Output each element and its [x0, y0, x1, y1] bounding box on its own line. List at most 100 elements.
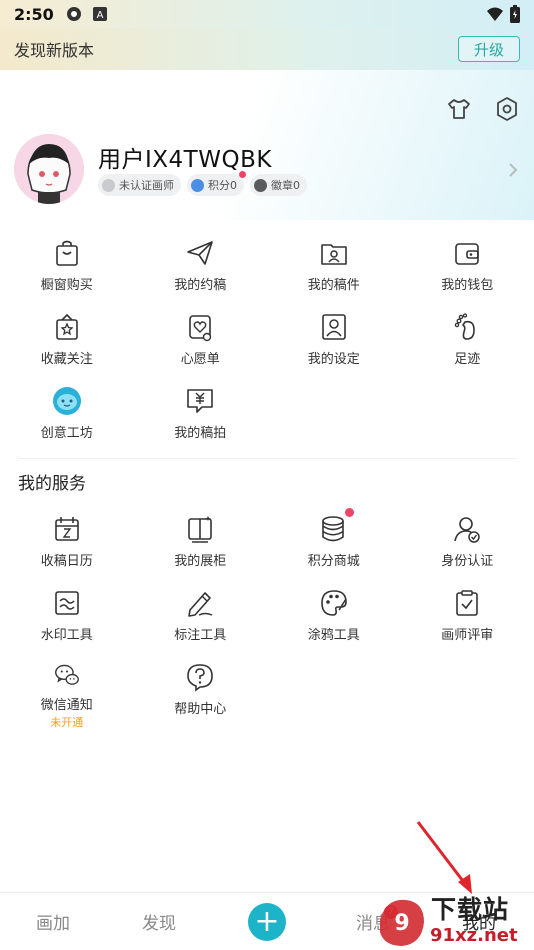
tshirt-icon[interactable] [446, 96, 472, 122]
clipboard-check-icon [456, 590, 479, 616]
section-divider [18, 458, 516, 459]
notification-dot [345, 508, 355, 517]
settings-icon[interactable] [494, 96, 520, 122]
battery-icon [510, 5, 520, 23]
person-card-icon [321, 314, 346, 340]
menu-item-wishlist[interactable]: 心愿单 [134, 306, 268, 380]
service-item-showcase[interactable]: 我的展柜 [134, 508, 268, 582]
menu-item-label: 橱窗购买 [40, 278, 93, 293]
badges-chip[interactable]: 徽章0 [250, 174, 307, 196]
service-item-label: 画师评审 [441, 628, 494, 643]
heart-card-icon [189, 315, 212, 342]
pen-icon [188, 592, 213, 617]
menu-item-label: 我的设定 [307, 352, 360, 367]
chip-label: 徽章0 [271, 179, 300, 192]
service-item-label: 标注工具 [174, 628, 227, 643]
menu-item-label: 足迹 [454, 352, 481, 367]
chip-label: 未认证画师 [119, 179, 174, 192]
star-bag-icon [55, 313, 78, 340]
service-item-annotation-tool[interactable]: 标注工具 [134, 582, 268, 656]
service-item-wechat-notify[interactable]: 微信通知 未开通 [0, 656, 134, 730]
menu-item-my-settings[interactable]: 我的设定 [267, 306, 401, 380]
menu-item-label: 心愿单 [180, 352, 220, 367]
service-item-label: 水印工具 [40, 628, 93, 643]
profile-header[interactable]: 用户IX4TWQBK 未认证画师 积分0 徽章0 [0, 70, 534, 220]
palette-icon [320, 590, 347, 616]
watermark-site: 91xz.net [430, 925, 518, 946]
artist-verification-chip[interactable]: 未认证画师 [98, 174, 181, 196]
watermark-icon [54, 591, 79, 615]
service-item-watermark-tool[interactable]: 水印工具 [0, 582, 134, 656]
help-icon [187, 664, 214, 692]
service-item-label: 涂鸦工具 [307, 628, 360, 643]
menu-item-my-draft-auctions[interactable]: 我的稿拍 [134, 380, 268, 454]
service-item-artist-review[interactable]: 画师评审 [401, 582, 534, 656]
calendar-icon [54, 517, 79, 541]
service-item-doodle-tool[interactable]: 涂鸦工具 [267, 582, 401, 656]
not-enabled-status: 未开通 [50, 716, 84, 729]
tab-discover[interactable]: 发现 [142, 909, 176, 934]
menu-item-label: 收藏关注 [40, 352, 93, 367]
service-item-help-center[interactable]: 帮助中心 [134, 656, 268, 730]
service-item-identity-verification[interactable]: 身份认证 [401, 508, 534, 582]
showcase-icon [188, 516, 213, 543]
upgrade-button[interactable]: 升级 [458, 36, 520, 62]
username: 用户IX4TWQBK [98, 147, 272, 173]
yen-bubble-icon [187, 389, 214, 413]
status-time: 2:50 [14, 4, 54, 24]
svg-text:A: A [96, 10, 103, 21]
services-menu-grid: 收稿日历 我的展柜 积分商城 身份认证 水印工具 标注工具 涂鸦工具 画师评审 … [0, 508, 534, 730]
update-banner-text: 发现新版本 [14, 41, 95, 60]
points-chip[interactable]: 积分0 [187, 171, 246, 196]
menu-item-label: 我的稿件 [307, 278, 360, 293]
menu-item-creative-workshop[interactable]: 创意工坊 [0, 380, 134, 454]
services-section-title: 我的服务 [18, 474, 86, 494]
footprint-icon [455, 313, 476, 340]
service-item-label: 身份认证 [441, 554, 494, 569]
menu-item-label: 我的稿拍 [174, 426, 227, 441]
menu-item-label: 创意工坊 [40, 426, 93, 441]
paper-plane-icon [187, 241, 214, 265]
create-plus-button[interactable]: + [248, 903, 286, 941]
menu-item-my-commissions[interactable]: 我的约稿 [134, 232, 268, 306]
chevron-right-icon[interactable] [508, 162, 518, 178]
tab-huajia[interactable]: 画加 [36, 909, 70, 934]
menu-item-showcase-purchase[interactable]: 橱窗购买 [0, 232, 134, 306]
menu-item-label: 我的钱包 [441, 278, 494, 293]
status-bar: 2:50 A [0, 0, 534, 28]
menu-item-label: 我的约稿 [174, 278, 227, 293]
wechat-icon [54, 664, 79, 685]
main-menu-grid: 橱窗购买 我的约稿 我的稿件 我的钱包 收藏关注 心愿单 我的设定 足迹 创意工… [0, 232, 534, 454]
creative-workshop-icon [52, 387, 81, 415]
shield-icon [102, 178, 115, 192]
avatar[interactable] [14, 134, 84, 204]
avatar-image [14, 134, 84, 204]
coins-icon [191, 178, 204, 192]
folder-user-icon [320, 244, 347, 265]
service-item-label: 收稿日历 [40, 554, 93, 569]
wallet-icon [455, 243, 480, 265]
service-item-label: 积分商城 [307, 554, 360, 569]
chip-label: 积分0 [208, 179, 237, 192]
service-item-label: 我的展柜 [174, 554, 227, 569]
medal-icon [254, 178, 267, 192]
service-item-points-mall[interactable]: 积分商城 [267, 508, 401, 582]
svg-text:9: 9 [394, 911, 409, 936]
update-banner: 发现新版本 升级 [0, 28, 534, 70]
service-item-label: 帮助中心 [174, 702, 227, 717]
coins-icon [321, 516, 344, 542]
menu-item-favorites[interactable]: 收藏关注 [0, 306, 134, 380]
menu-item-footprints[interactable]: 足迹 [401, 306, 534, 380]
identity-check-icon [454, 517, 480, 543]
app-a-icon: A [92, 7, 107, 21]
notification-dot [239, 171, 246, 178]
menu-item-my-manuscripts[interactable]: 我的稿件 [267, 232, 401, 306]
watermark-title: 下载站 [431, 895, 510, 924]
service-item-label: 微信通知 [40, 698, 93, 713]
shopping-bag-icon [55, 240, 78, 266]
plus-icon: + [254, 904, 280, 939]
service-item-calendar[interactable]: 收稿日历 [0, 508, 134, 582]
app-notification-icon [66, 7, 81, 21]
menu-item-my-wallet[interactable]: 我的钱包 [401, 232, 534, 306]
wifi-icon [487, 7, 503, 21]
